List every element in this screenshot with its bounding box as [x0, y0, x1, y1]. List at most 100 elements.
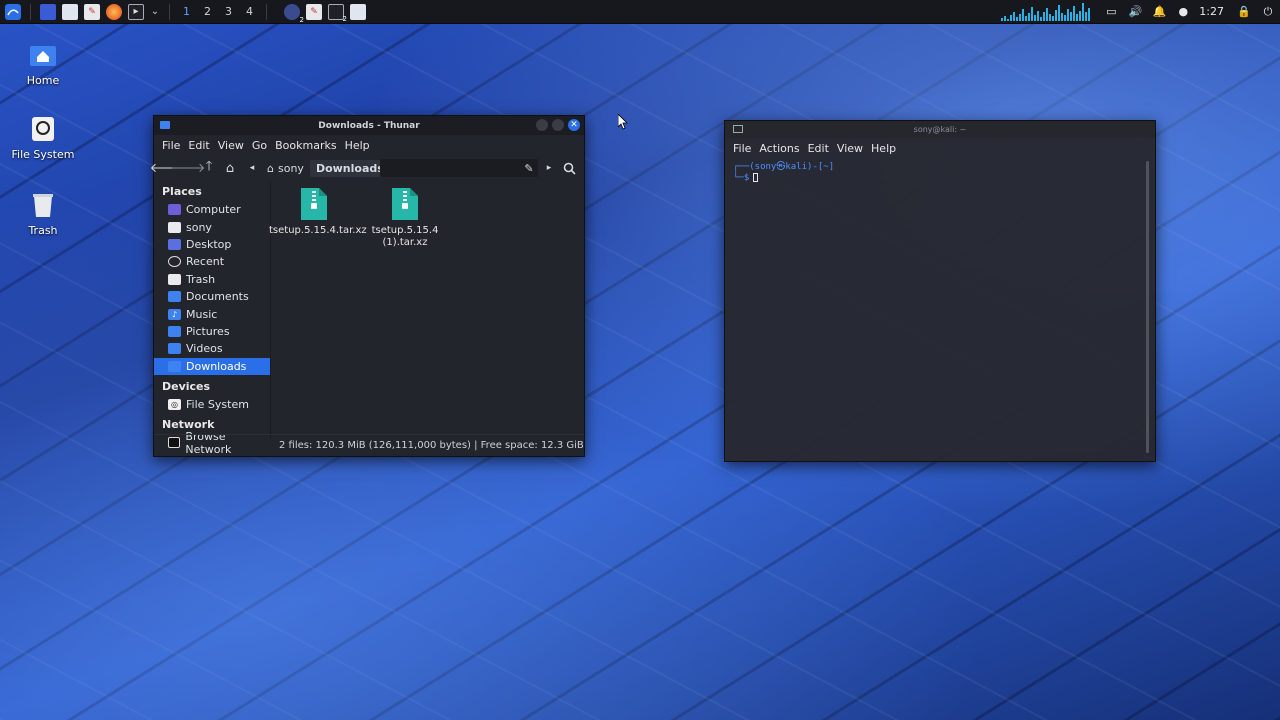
- thunar-titlebar[interactable]: Downloads - Thunar ✕: [154, 116, 584, 135]
- prompt-line-1: ┌──(sony㉿kali)-[~]: [733, 162, 835, 172]
- home-folder-icon: [168, 221, 181, 233]
- sidebar-item-computer[interactable]: Computer: [154, 201, 270, 218]
- scrollbar[interactable]: [1146, 161, 1149, 453]
- workspace-1[interactable]: 1: [176, 5, 197, 18]
- search-icon[interactable]: [560, 159, 578, 177]
- menu-view[interactable]: View: [218, 139, 244, 152]
- sidebar-item-downloads[interactable]: Downloads: [154, 357, 270, 375]
- thunar-sidebar: Places Computer sony Desktop Recent Tras…: [154, 182, 271, 456]
- terminal-icon[interactable]: ▸: [128, 3, 144, 20]
- file-item[interactable]: tsetup.5.15.4 (1).tar.xz: [360, 187, 450, 249]
- maximize-button[interactable]: [552, 119, 564, 131]
- cpu-graph-bar: [1043, 11, 1046, 21]
- cpu-graph-bar: [1004, 15, 1007, 21]
- thunar-task-icon[interactable]: ✎: [306, 3, 322, 20]
- sidebar-item-documents[interactable]: Documents: [154, 288, 270, 305]
- terminal-output[interactable]: ┌──(sony㉿kali)-[~] └─$: [725, 158, 1155, 188]
- kali-menu-icon[interactable]: [2, 1, 24, 23]
- menu-bookmarks[interactable]: Bookmarks: [275, 139, 336, 152]
- devices-header: Devices: [162, 379, 211, 393]
- computer-icon: [168, 204, 181, 216]
- sidebar-item-label: File System: [186, 398, 249, 412]
- desktop-icon-label: Trash: [28, 224, 58, 237]
- file-view[interactable]: tsetup.5.15.4.tar.xz tsetup.5.15.4 (1).t…: [269, 182, 584, 438]
- cpu-graph-bar: [1019, 13, 1022, 21]
- file-item[interactable]: tsetup.5.15.4.tar.xz: [269, 187, 367, 237]
- menu-view[interactable]: View: [837, 142, 863, 155]
- clock[interactable]: 1:27: [1199, 5, 1224, 18]
- menu-file[interactable]: File: [733, 142, 751, 155]
- chevron-left-icon[interactable]: ◂: [246, 159, 258, 177]
- taskbar: 2 ✎ 2: [281, 3, 369, 24]
- sidebar-item-trash[interactable]: Trash: [154, 271, 270, 288]
- cpu-graph-bar: [1034, 14, 1037, 21]
- sidebar-item-label: Downloads: [186, 359, 247, 373]
- crumb-label: sony: [277, 161, 304, 175]
- menu-edit[interactable]: Edit: [188, 139, 209, 152]
- text-cursor: [753, 173, 759, 182]
- text-editor-icon[interactable]: ✎: [84, 3, 100, 20]
- notification-bell-icon[interactable]: 🔔: [1150, 3, 1168, 21]
- terminal-titlebar[interactable]: sony@kali: ~: [725, 121, 1155, 138]
- places-header: Places: [162, 185, 202, 198]
- sidebar-item-pictures[interactable]: Pictures: [154, 323, 270, 340]
- forward-icon[interactable]: 🡒: [171, 159, 206, 177]
- crumb-sony[interactable]: ⌂ sony: [261, 160, 310, 177]
- workspace-3[interactable]: 3: [218, 5, 239, 18]
- power-icon[interactable]: ⏻: [1259, 3, 1277, 21]
- menu-actions[interactable]: Actions: [759, 142, 799, 155]
- volume-icon[interactable]: 🔊: [1126, 3, 1144, 21]
- desktop-icon-home[interactable]: Home: [5, 40, 81, 87]
- desktop-icon-trash[interactable]: Trash: [5, 190, 81, 237]
- menu-help[interactable]: Help: [345, 139, 370, 152]
- cpu-graph-bar: [1070, 11, 1073, 21]
- screenshot-app-icon[interactable]: 2: [284, 3, 304, 24]
- edit-location-icon[interactable]: ✎: [520, 159, 538, 177]
- minimize-button[interactable]: [536, 119, 548, 131]
- breadcrumb: ◂ ⌂ sony Downloads: [246, 159, 390, 177]
- menu-file[interactable]: File: [162, 139, 180, 152]
- sidebar-item-videos[interactable]: Videos: [154, 340, 270, 357]
- location-field[interactable]: [380, 159, 538, 177]
- folder-task-icon[interactable]: [350, 3, 366, 20]
- chevron-right-icon[interactable]: ▸: [540, 159, 558, 177]
- archive-file-icon: [300, 187, 328, 221]
- home-icon[interactable]: ⌂: [221, 159, 239, 177]
- sidebar-item-desktop[interactable]: Desktop: [154, 236, 270, 253]
- sidebar-item-filesystem[interactable]: ◎ File System: [154, 396, 270, 413]
- sidebar-item-music[interactable]: ♪ Music: [154, 305, 270, 322]
- menu-go[interactable]: Go: [252, 139, 267, 152]
- cpu-graph-bar: [1001, 17, 1004, 21]
- cpu-graph-bar: [1046, 7, 1049, 21]
- terminal-task-icon[interactable]: 2: [328, 3, 347, 23]
- cpu-graph-bar: [1061, 12, 1064, 21]
- desktop-icon-filesystem[interactable]: File System: [5, 114, 81, 161]
- chevron-down-icon[interactable]: ⌄: [150, 4, 160, 20]
- sidebar-item-recent[interactable]: Recent: [154, 253, 270, 270]
- firefox-icon[interactable]: [106, 3, 122, 20]
- cpu-graph-bar: [1022, 8, 1025, 21]
- show-desktop-icon[interactable]: [40, 3, 56, 20]
- update-icon[interactable]: ●: [1174, 3, 1192, 21]
- cpu-graph-bar: [1016, 16, 1019, 21]
- status-bar: 2 files: 120.3 MiB (126,111,000 bytes) |…: [154, 434, 584, 456]
- cpu-graph-bar: [1007, 18, 1010, 21]
- display-icon[interactable]: ▭: [1102, 3, 1120, 21]
- menu-help[interactable]: Help: [871, 142, 896, 155]
- thunar-toolbar: 🡐 🡒 🡑 ⌂ ◂ ⌂ sony Downloads ✎ ▸: [150, 155, 584, 181]
- workspace-2[interactable]: 2: [197, 5, 218, 18]
- menu-edit[interactable]: Edit: [808, 142, 829, 155]
- top-panel: ✎ ▸ ⌄ 1 2 3 4 2 ✎ 2 ▭ 🔊 🔔 ● 1:27 🔒 ⏻: [0, 0, 1280, 24]
- crumb-downloads[interactable]: Downloads: [309, 159, 390, 177]
- up-icon[interactable]: 🡑: [200, 159, 218, 177]
- close-button[interactable]: ✕: [568, 119, 580, 131]
- sidebar-item-label: Recent: [186, 255, 225, 269]
- sidebar-item-label: Documents: [186, 290, 249, 304]
- terminal-menubar: File Actions Edit View Help: [725, 138, 1155, 158]
- cpu-graph-bar: [1076, 13, 1079, 21]
- lock-icon[interactable]: 🔒: [1235, 3, 1253, 21]
- home-icon: [28, 40, 58, 70]
- workspace-4[interactable]: 4: [239, 5, 260, 18]
- sidebar-item-sony[interactable]: sony: [154, 218, 270, 235]
- file-manager-icon[interactable]: [62, 3, 78, 20]
